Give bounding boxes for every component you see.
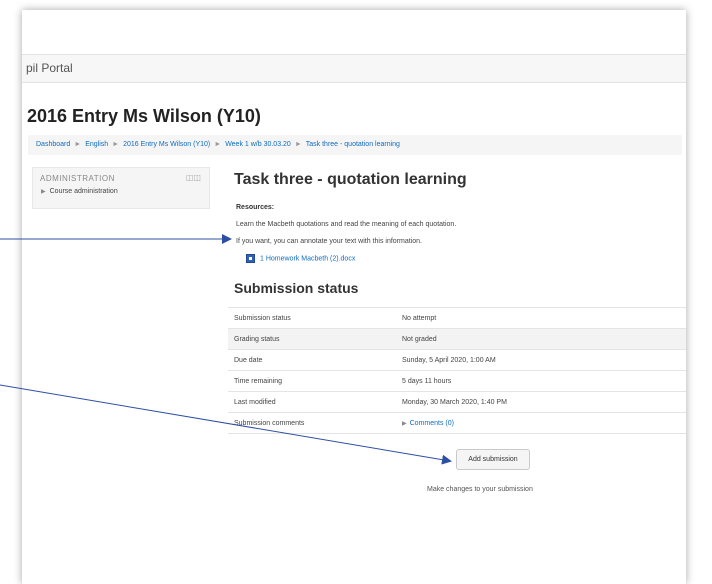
row-label: Grading status [228,328,396,350]
table-row: Submission comments ▶ Comments (0) [228,412,686,434]
breadcrumb-task[interactable]: Task three - quotation learning [306,141,400,148]
administration-block-title: ADMINISTRATION [40,174,115,183]
administration-block: ADMINISTRATION ◫◫ ▶ Course administration [32,167,210,209]
row-label: Submission status [228,307,396,329]
breadcrumb: Dashboard ► English ► 2016 Entry Ms Wilson (… [28,135,682,155]
breadcrumb-week[interactable]: Week 1 w/b 30.03.20 [225,141,291,148]
caret-right-icon: ▶ [402,420,407,427]
course-administration-item[interactable]: ▶ Course administration [41,188,118,195]
row-value: 5 days 11 hours [396,370,686,392]
row-label: Last modified [228,391,396,413]
course-administration-label: Course administration [49,188,118,195]
block-controls-icon[interactable]: ◫◫ [186,173,201,182]
breadcrumb-english[interactable]: English [85,141,108,148]
word-doc-icon [246,254,255,263]
breadcrumb-separator: ► [112,141,120,148]
submission-status-heading: Submission status [234,280,359,296]
row-value: No attempt [396,307,686,329]
comments-toggle[interactable]: ▶ Comments (0) [402,420,454,427]
breadcrumb-dashboard[interactable]: Dashboard [36,141,70,148]
table-row: Grading status Not graded [228,328,686,350]
table-row: Submission status No attempt [228,307,686,329]
table-row: Due date Sunday, 5 April 2020, 1:00 AM [228,349,686,371]
row-value: Not graded [396,328,686,350]
top-navbar: pil Portal [22,54,686,83]
row-label: Submission comments [228,412,396,434]
row-label: Time remaining [228,370,396,392]
site-title[interactable]: pil Portal [26,61,73,75]
assignment-intro-line-2: If you want, you can annotate your text … [236,238,422,245]
resources-heading: Resources: [236,204,275,211]
breadcrumb-course[interactable]: 2016 Entry Ms Wilson (Y10) [123,141,210,148]
attachment-file-name: 1 Homework Macbeth (2).docx [260,255,356,263]
row-value: Monday, 30 March 2020, 1:40 PM [396,391,686,413]
add-submission-help-text: Make changes to your submission [427,486,533,493]
breadcrumb-separator: ► [214,141,222,148]
table-row: Last modified Monday, 30 March 2020, 1:4… [228,391,686,413]
add-submission-button[interactable]: Add submission [456,449,530,470]
row-value: ▶ Comments (0) [396,412,686,434]
assignment-title: Task three - quotation learning [234,171,467,188]
assignment-intro-line-1: Learn the Macbeth quotations and read th… [236,221,457,228]
caret-right-icon: ▶ [41,189,46,195]
breadcrumb-separator: ► [74,141,82,148]
table-row: Time remaining 5 days 11 hours [228,370,686,392]
attachment-link[interactable]: 1 Homework Macbeth (2).docx [246,254,355,263]
row-value: Sunday, 5 April 2020, 1:00 AM [396,349,686,371]
page-title: 2016 Entry Ms Wilson (Y10) [27,106,261,126]
row-label: Due date [228,349,396,371]
submission-status-table: Submission status No attempt Grading sta… [228,307,686,434]
comments-link-label: Comments (0) [409,419,454,427]
browser-window: pil Portal 2016 Entry Ms Wilson (Y10) Da… [22,10,686,584]
breadcrumb-separator: ► [294,141,302,148]
